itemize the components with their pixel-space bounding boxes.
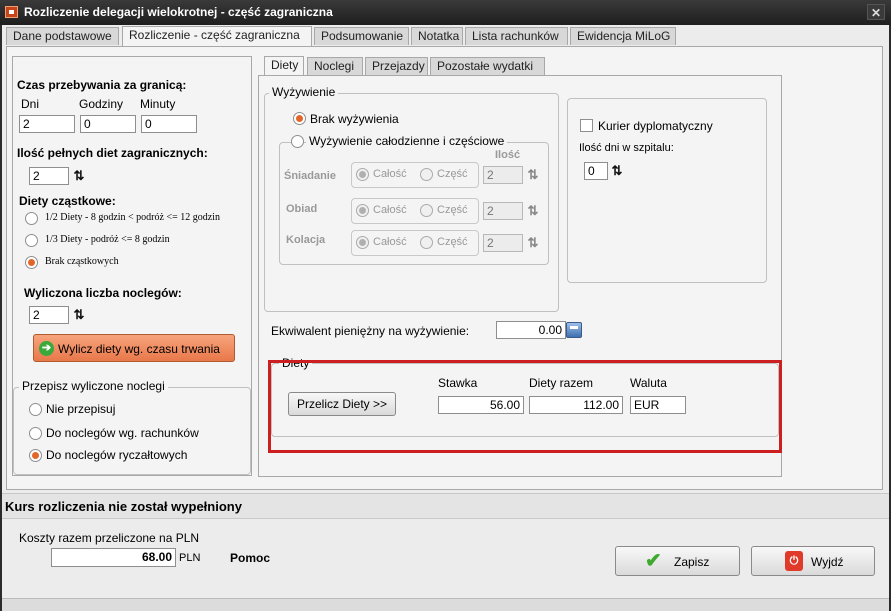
tab-noclegi[interactable]: Noclegi (307, 57, 363, 75)
obiad-czesc-label: Część (437, 204, 468, 216)
tab-pozostale-wydatki[interactable]: Pozostałe wydatki (430, 57, 545, 75)
minuty-label: Minuty (140, 97, 176, 111)
sniadanie-calosc-label: Całość (373, 168, 407, 180)
window-title: Rozliczenie delegacji wielokrotnej - czę… (24, 5, 333, 19)
szpital-label: Ilość dni w szpitalu: (579, 142, 674, 154)
koszty-label: Koszty razem przeliczone na PLN (19, 531, 200, 545)
obiad-label: Obiad (286, 203, 318, 215)
pomoc-link[interactable]: Pomoc (230, 551, 270, 565)
przepisz-title: Przepisz wyliczone noclegi (19, 379, 168, 393)
kolacja-calosc-label: Całość (373, 236, 407, 248)
tab-przejazdy[interactable]: Przejazdy (365, 57, 428, 75)
czastkowe-title: Diety cząstkowe: (19, 194, 116, 208)
checkmark-icon: ✔ (645, 550, 662, 572)
wyjdz-button[interactable]: ⏻ Wyjdź (751, 546, 875, 576)
left-panel: Czas przebywania za granicą: Dni Godziny… (12, 56, 252, 476)
app-icon (5, 6, 18, 18)
status-bar (2, 598, 889, 611)
wylicz-diety-button[interactable]: ➔ Wylicz diety wg. czasu trwania (33, 334, 235, 362)
zapisz-label: Zapisz (674, 555, 710, 569)
brak-czastkowych-label: Brak cząstkowych (45, 256, 119, 267)
kolacja-czesc-label: Część (437, 236, 468, 248)
noclegi-spinner-icon[interactable]: ⇅ (70, 306, 88, 324)
title-bar: Rozliczenie delegacji wielokrotnej - czę… (0, 0, 891, 25)
dni-input[interactable]: 2 (19, 115, 75, 133)
koszty-input[interactable]: 68.00 (51, 548, 176, 567)
arrow-right-icon: ➔ (39, 341, 54, 356)
radio-trzecia-diety[interactable] (25, 234, 38, 247)
radio-polowa-diety[interactable] (25, 212, 38, 225)
kolacja-spinner-icon[interactable]: ⇅ (524, 234, 542, 252)
tab-podsumowanie[interactable]: Podsumowanie (314, 27, 409, 45)
nie-przepisuj-label: Nie przepisuj (46, 402, 116, 416)
sniadanie-czesc-label: Część (437, 168, 468, 180)
obiad-spinner-icon[interactable]: ⇅ (524, 202, 542, 220)
godziny-input[interactable]: 0 (80, 115, 136, 133)
exit-icon: ⏻ (785, 551, 803, 571)
radio-brak-wyzywienia[interactable] (293, 112, 306, 125)
radio-sniadanie-calosc[interactable] (356, 168, 369, 181)
tab-rozliczenie-zagraniczna[interactable]: Rozliczenie - część zagraniczna (122, 26, 312, 46)
wylicz-diety-label: Wylicz diety wg. czasu trwania (58, 342, 220, 356)
minuty-input[interactable]: 0 (141, 115, 197, 133)
zapisz-button[interactable]: ✔ Zapisz (615, 546, 740, 576)
radio-nie-przepisuj[interactable] (29, 403, 42, 416)
tab-ewidencja-milog[interactable]: Ewidencja MiLoG (570, 27, 676, 45)
szpital-input[interactable]: 0 (584, 162, 608, 180)
kurier-checkbox[interactable] (580, 119, 593, 132)
brak-wyzywienia-label: Brak wyżywienia (310, 112, 399, 126)
szpital-spinner-icon[interactable]: ⇅ (608, 162, 626, 180)
pelne-diety-input[interactable]: 2 (29, 167, 69, 185)
radio-obiad-czesc[interactable] (420, 204, 433, 217)
pelne-diety-title: Ilość pełnych diet zagranicznych: (17, 146, 208, 160)
radio-noclegi-rachunkow[interactable] (29, 427, 42, 440)
godziny-label: Godziny (79, 97, 124, 111)
radio-kolacja-calosc[interactable] (356, 236, 369, 249)
polowa-diety-label: 1/2 Diety - 8 godzin < podróż <= 12 godz… (45, 212, 220, 223)
radio-brak-czastkowych[interactable] (25, 256, 38, 269)
noclegi-title: Wyliczona liczba noclegów: (24, 286, 182, 300)
calodzienne-label: Wyżywienie całodzienne i częściowe (306, 134, 508, 148)
radio-obiad-calosc[interactable] (356, 204, 369, 217)
sub-tab-bar: Diety Noclegi Przejazdy Pozostałe wydatk… (264, 56, 554, 77)
ilosc-header: Ilość (495, 149, 521, 161)
obiad-ilosc-input[interactable]: 2 (483, 202, 523, 220)
kurier-label: Kurier dyplomatyczny (598, 119, 713, 133)
sniadanie-ilosc-input[interactable]: 2 (483, 166, 523, 184)
radio-calodzienne[interactable] (291, 135, 304, 148)
radio-kolacja-czesc[interactable] (420, 236, 433, 249)
noclegi-rachunkow-label: Do noclegów wg. rachunków (46, 426, 199, 440)
diety-highlight-frame (268, 360, 782, 453)
kurs-bar: Kurs rozliczenia nie został wypełniony (2, 493, 889, 519)
close-button[interactable]: ✕ (867, 4, 885, 20)
sniadanie-label: Śniadanie (284, 170, 336, 182)
noclegi-ryczaltowe-label: Do noclegów ryczałtowych (46, 448, 188, 462)
kolacja-label: Kolacja (286, 234, 326, 246)
wyjdz-label: Wyjdź (811, 555, 844, 569)
tab-notatka[interactable]: Notatka (411, 27, 463, 45)
radio-sniadanie-czesc[interactable] (420, 168, 433, 181)
tab-diety[interactable]: Diety (264, 56, 304, 76)
tab-dane-podstawowe[interactable]: Dane podstawowe (6, 27, 119, 45)
tab-lista-rachunkow[interactable]: Lista rachunków (465, 27, 568, 45)
main-tab-bar: Dane podstawowe Rozliczenie - część zagr… (6, 26, 686, 47)
kurs-status-text: Kurs rozliczenia nie został wypełniony (5, 499, 242, 514)
koszty-currency: PLN (179, 552, 201, 564)
radio-noclegi-ryczaltowe[interactable] (29, 449, 42, 462)
trzecia-diety-label: 1/3 Diety - podróż <= 8 godzin (45, 234, 170, 245)
dni-label: Dni (21, 97, 40, 111)
obiad-calosc-label: Całość (373, 204, 407, 216)
wyzywienie-title: Wyżywienie (269, 85, 339, 99)
noclegi-input[interactable]: 2 (29, 306, 69, 324)
sniadanie-spinner-icon[interactable]: ⇅ (524, 166, 542, 184)
czas-title: Czas przebywania za granicą: (17, 78, 187, 92)
calculator-icon[interactable] (566, 322, 582, 338)
ekwiwalent-label: Ekwiwalent pieniężny na wyżywienie: (271, 324, 470, 338)
ekwiwalent-input[interactable]: 0.00 (496, 321, 566, 339)
pelne-diety-spinner-icon[interactable]: ⇅ (70, 167, 88, 185)
kolacja-ilosc-input[interactable]: 2 (483, 234, 523, 252)
